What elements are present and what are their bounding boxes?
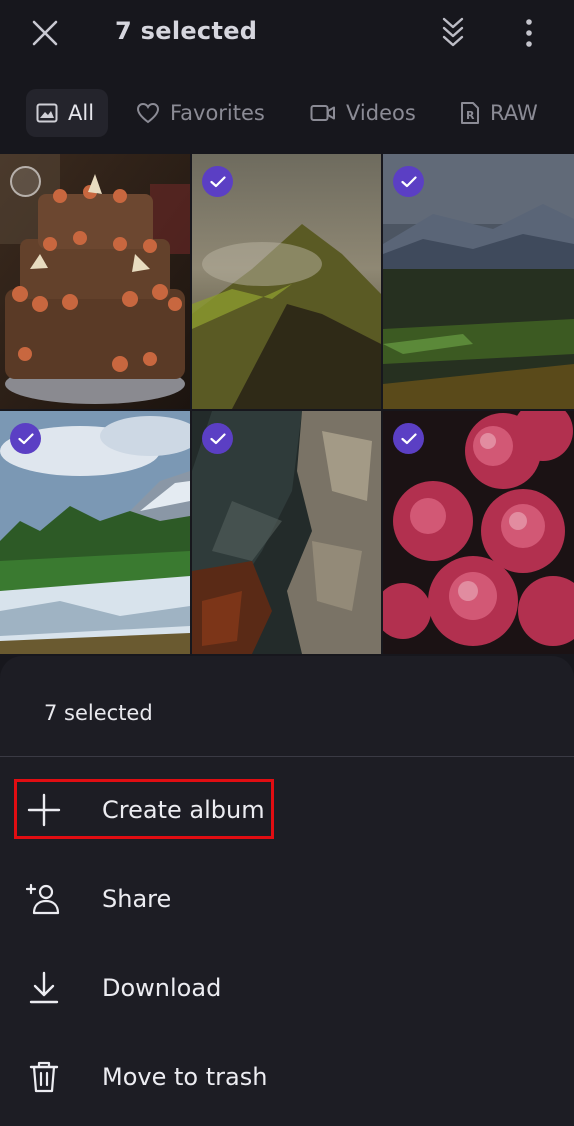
move-to-trash-action[interactable]: Move to trash xyxy=(0,1045,574,1109)
select-all-icon xyxy=(442,17,464,47)
photo-thumbnail-valley[interactable] xyxy=(383,154,574,409)
close-icon xyxy=(32,20,58,46)
tab-raw-label: RAW xyxy=(490,101,538,125)
check-icon xyxy=(17,432,34,444)
share-person-icon xyxy=(26,881,62,917)
tab-videos-label: Videos xyxy=(346,101,416,125)
selection-checkmark[interactable] xyxy=(202,423,233,454)
select-all-button[interactable] xyxy=(432,10,474,56)
photo-thumbnail-cake[interactable] xyxy=(0,154,190,409)
action-bottom-sheet: 7 selected Create album Share Download M… xyxy=(0,656,574,1126)
photo-thumbnail-stream[interactable] xyxy=(192,411,381,654)
more-options-button[interactable] xyxy=(508,12,550,54)
check-icon xyxy=(400,175,417,187)
svg-text:R: R xyxy=(466,109,475,122)
selection-checkmark[interactable] xyxy=(10,423,41,454)
download-label: Download xyxy=(102,974,222,1002)
selection-checkmark[interactable] xyxy=(393,166,424,197)
selection-indicator-unselected[interactable] xyxy=(10,166,41,197)
tab-all-label: All xyxy=(68,101,95,125)
video-icon xyxy=(310,105,335,121)
share-action[interactable]: Share xyxy=(0,867,574,931)
tab-all[interactable]: All xyxy=(26,89,109,137)
check-icon xyxy=(209,175,226,187)
sheet-divider xyxy=(0,756,574,757)
top-app-bar: 7 selected xyxy=(0,0,574,66)
tab-raw[interactable]: R RAW xyxy=(460,89,538,137)
photo-thumbnail-flowers[interactable] xyxy=(383,411,574,654)
share-label: Share xyxy=(102,885,172,913)
raw-icon: R xyxy=(461,102,479,124)
selection-checkmark[interactable] xyxy=(393,423,424,454)
trash-icon xyxy=(26,1059,62,1095)
check-icon xyxy=(209,432,226,444)
selection-checkmark[interactable] xyxy=(202,166,233,197)
create-album-highlight-box xyxy=(14,779,274,839)
photo-thumbnail-mountain[interactable] xyxy=(192,154,381,409)
sheet-title: 7 selected xyxy=(44,701,153,725)
download-icon xyxy=(26,970,62,1006)
photo-grid xyxy=(0,154,574,654)
tab-favorites[interactable]: Favorites xyxy=(136,89,265,137)
heart-icon xyxy=(136,102,160,124)
more-vert-icon xyxy=(526,19,532,47)
photo-thumbnail-river[interactable] xyxy=(0,411,190,654)
check-icon xyxy=(400,432,417,444)
move-to-trash-label: Move to trash xyxy=(102,1063,268,1091)
download-action[interactable]: Download xyxy=(0,956,574,1020)
filter-tabs: All Favorites Videos R RAW xyxy=(0,86,574,142)
tab-videos[interactable]: Videos xyxy=(310,89,416,137)
selection-count-title: 7 selected xyxy=(115,17,258,45)
tab-favorites-label: Favorites xyxy=(170,101,265,125)
close-button[interactable] xyxy=(24,12,66,54)
image-icon xyxy=(36,103,58,123)
